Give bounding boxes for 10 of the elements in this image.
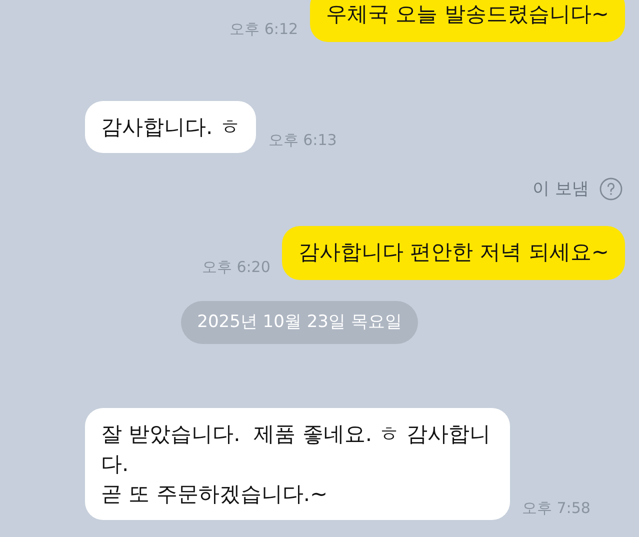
message-time: 오후 6:13 xyxy=(268,130,337,151)
sent-message-bubble: 우체국 오늘 발송드렸습니다~ xyxy=(310,0,625,42)
help-icon[interactable] xyxy=(599,177,623,202)
sent-message-bubble: 감사합니다 편안한 저녁 되세요~ xyxy=(282,226,625,280)
message-time: 오후 6:12 xyxy=(230,19,298,40)
forward-note: 이 보냄 xyxy=(532,178,589,200)
received-message-bubble: 감사합니다. ㅎ xyxy=(85,100,256,152)
received-message-bubble: 잘 받았습니다. 제품 좋네요. ㅎ 감사합니다. 곧 또 주문하겠습니다.~ xyxy=(85,408,510,520)
message-time: 오후 7:58 xyxy=(522,498,590,518)
message-time: 오후 6:20 xyxy=(202,257,270,278)
